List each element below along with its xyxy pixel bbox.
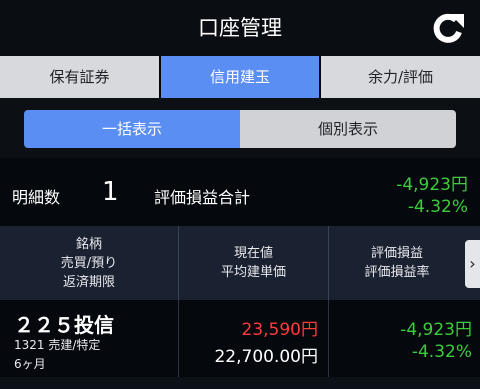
header-trade-custody: 売買/預り [60,255,118,271]
row-pl-rate: -4.32% [411,342,472,362]
header-pl-rate: 評価損益率 [364,265,430,280]
total-pl-value: -4,923円 [396,175,468,195]
tab-capacity-valuation[interactable]: 余力/評価 [321,56,480,98]
header-avg-price: 平均建単価 [220,265,286,280]
row-pl: -4,923円 [400,320,472,340]
repay-term: 6ヶ月 [14,357,46,371]
row-divider [178,300,179,377]
header-col-issue: 銘柄 売買/預り 返済期限 [0,226,178,300]
header-current-price: 現在値 [233,246,273,261]
total-pl-label: 評価損益合計 [154,188,251,207]
header-pl: 評価損益 [370,246,423,261]
header-col-pl: 評価損益 評価損益率 [329,226,465,300]
toggle-bulk-view[interactable]: 一括表示 [24,110,240,148]
tab-margin-positions[interactable]: 信用建玉 [161,56,319,98]
chevron-right-icon[interactable]: › [465,240,480,288]
refresh-icon[interactable] [426,8,468,48]
count-label: 明細数 [12,188,61,207]
header-col-price: 現在値 平均建単価 [179,226,328,300]
count-value: 1 [102,177,119,207]
issue-name: ２２５投信 [14,313,114,337]
current-price: 23,590円 [241,320,318,340]
avg-price: 22,700.00円 [214,347,318,367]
toggle-individual-view[interactable]: 個別表示 [240,110,456,148]
list-bottom-edge [0,377,480,389]
issue-code-type: 1321 売建/特定 [14,338,101,352]
main-tabs: 保有証券 信用建玉 余力/評価 [0,56,480,98]
total-pl-rate: -4.32% [407,197,468,217]
page-title: 口座管理 [198,16,282,40]
header-repay-term: 返済期限 [62,274,115,290]
tab-holdings[interactable]: 保有証券 [0,56,159,98]
row-divider [328,300,329,377]
header-issue-name: 銘柄 [75,236,102,252]
